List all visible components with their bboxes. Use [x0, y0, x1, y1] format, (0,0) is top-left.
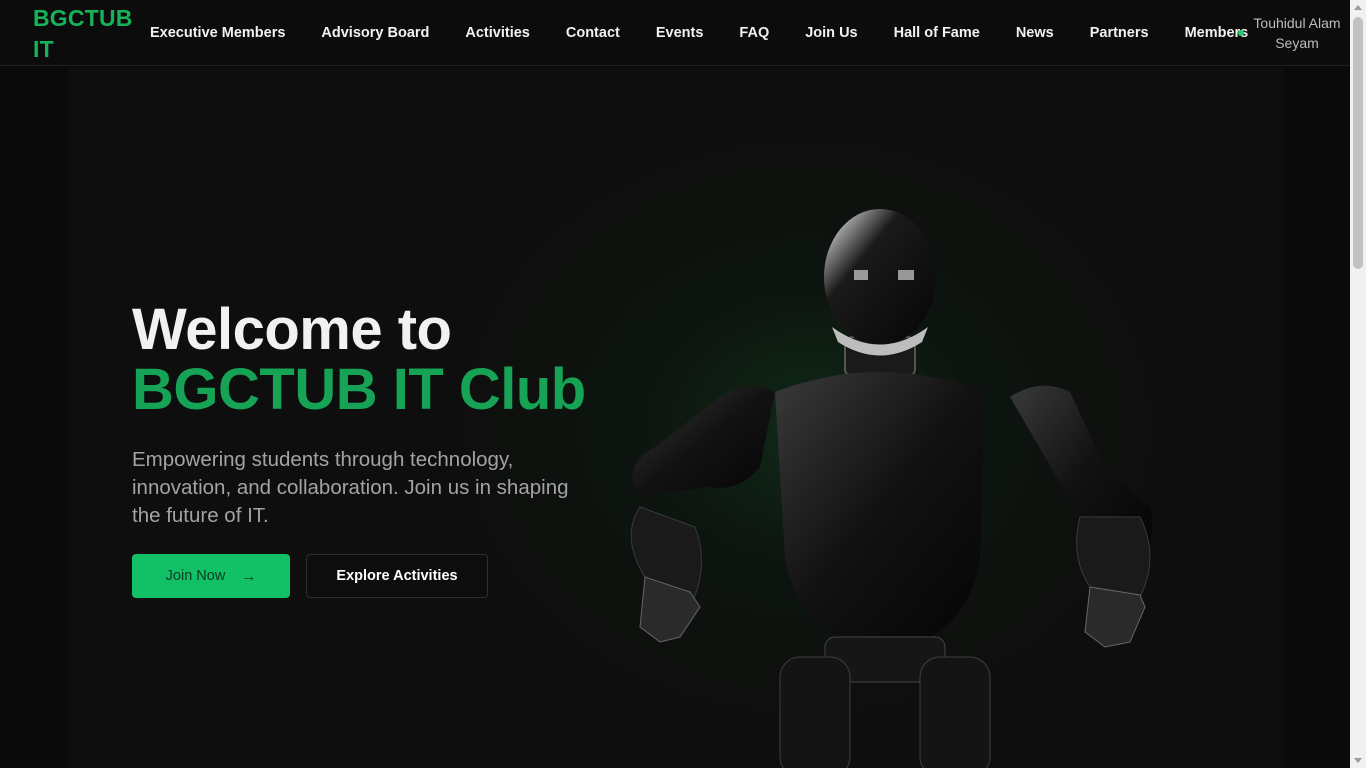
- scrollbar[interactable]: [1350, 0, 1366, 768]
- scroll-thumb[interactable]: [1353, 17, 1363, 269]
- nav-links: Executive Members Advisory Board Activit…: [132, 0, 1266, 66]
- join-now-label: Join Now: [165, 568, 226, 584]
- scroll-up-arrow-icon[interactable]: [1354, 5, 1362, 10]
- nav-link-news[interactable]: News: [998, 25, 1072, 41]
- online-status-dot: [1238, 30, 1244, 36]
- explore-activities-label: Explore Activities: [336, 568, 458, 584]
- nav-link-advisory-board[interactable]: Advisory Board: [303, 25, 447, 41]
- hero-title: Welcome to BGCTUB IT Club: [132, 300, 586, 420]
- scroll-down-arrow-icon[interactable]: [1354, 758, 1362, 763]
- hero-section: Welcome to BGCTUB IT Club Empowering stu…: [0, 67, 1350, 768]
- hero-title-line2: BGCTUB IT Club: [132, 357, 586, 422]
- nav-link-contact[interactable]: Contact: [548, 25, 638, 41]
- nav-link-partners[interactable]: Partners: [1072, 25, 1167, 41]
- hero-description: Empowering students through technology, …: [132, 448, 569, 527]
- robot-image: [630, 209, 1153, 768]
- nav-link-activities[interactable]: Activities: [447, 25, 547, 41]
- brand-logo[interactable]: BGCTUB IT: [33, 3, 143, 65]
- navbar: BGCTUB IT Executive Members Advisory Boa…: [0, 0, 1350, 66]
- nav-link-join-us[interactable]: Join Us: [787, 25, 875, 41]
- user-name[interactable]: Touhidul Alam Seyam: [1250, 13, 1344, 53]
- explore-activities-button[interactable]: Explore Activities: [306, 554, 488, 598]
- hero-title-line1: Welcome to: [132, 297, 452, 362]
- arrow-right-icon: →: [241, 567, 257, 585]
- nav-link-faq[interactable]: FAQ: [721, 25, 787, 41]
- nav-link-hall-of-fame[interactable]: Hall of Fame: [876, 25, 998, 41]
- join-now-button[interactable]: Join Now →: [132, 554, 290, 598]
- nav-link-executive-members[interactable]: Executive Members: [132, 25, 303, 41]
- nav-link-events[interactable]: Events: [638, 25, 722, 41]
